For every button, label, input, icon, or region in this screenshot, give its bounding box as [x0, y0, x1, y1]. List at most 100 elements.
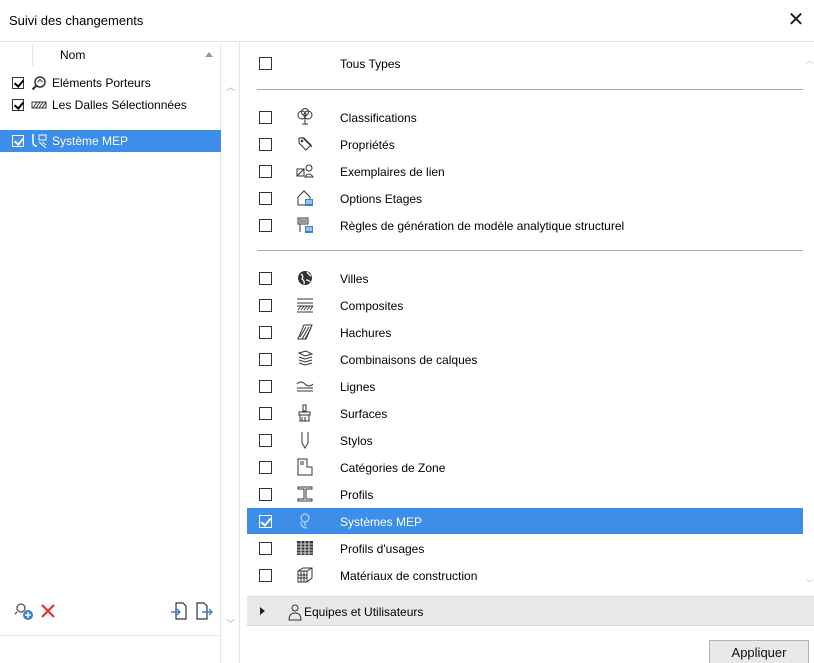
checkbox[interactable]: [259, 138, 272, 151]
delete-icon[interactable]: [38, 601, 58, 621]
checkbox[interactable]: [259, 353, 272, 366]
list-item-les-dalles[interactable]: Les Dalles Sélectionnées: [0, 94, 221, 116]
row-profils-usages[interactable]: Profils d'usages: [247, 535, 803, 561]
checkbox[interactable]: [12, 135, 24, 147]
row-lignes[interactable]: Lignes: [247, 373, 803, 399]
magnifier-icon: [31, 76, 46, 91]
checkbox[interactable]: [259, 542, 272, 555]
row-tous-types[interactable]: Tous Types: [247, 50, 803, 76]
checkbox[interactable]: [259, 299, 272, 312]
users-icon: [288, 604, 302, 621]
sort-ascending-icon: [205, 52, 213, 57]
row-stylos[interactable]: Stylos: [247, 427, 803, 453]
row-categories-de-zone[interactable]: Catégories de Zone: [247, 454, 803, 480]
building-material-icon: [297, 567, 313, 583]
row-label: Profils: [340, 488, 374, 502]
row-exemplaires-de-lien[interactable]: Exemplaires de lien: [247, 158, 803, 184]
scroll-up-arrow[interactable]: ︿: [226, 80, 235, 93]
type-list: Tous Types Classifications Propriétés Ex…: [247, 44, 814, 592]
row-label: Combinaisons de calques: [340, 353, 478, 367]
link-instance-icon: [296, 164, 314, 178]
row-label: Stylos: [340, 434, 373, 448]
checkbox[interactable]: [259, 57, 272, 70]
separator: [257, 250, 803, 251]
checkbox[interactable]: [259, 569, 272, 582]
row-systemes-mep[interactable]: Systèmes MEP: [247, 508, 803, 534]
checkbox[interactable]: [259, 326, 272, 339]
column-header-label: Nom: [60, 48, 86, 62]
checkbox[interactable]: [259, 165, 272, 178]
pen-icon: [301, 432, 309, 449]
scroll-down-arrow[interactable]: ﹀: [226, 617, 235, 630]
row-label: Tous Types: [340, 57, 401, 71]
lines-icon: [296, 381, 314, 392]
checkbox[interactable]: [259, 272, 272, 285]
checkbox[interactable]: [259, 407, 272, 420]
row-classifications[interactable]: Classifications: [247, 104, 803, 130]
composite-icon: [297, 298, 314, 313]
column-header-name[interactable]: Nom: [32, 44, 221, 66]
globe-icon: [298, 271, 312, 285]
list-item-elements-porteurs[interactable]: Eléments Porteurs: [0, 72, 221, 94]
close-icon[interactable]: ✕: [784, 8, 808, 32]
apply-button[interactable]: Appliquer: [709, 640, 809, 663]
layers-icon: [297, 350, 314, 366]
add-set-icon[interactable]: [14, 601, 34, 621]
export-icon[interactable]: [194, 601, 214, 621]
checkbox[interactable]: [259, 111, 272, 124]
checkbox[interactable]: [259, 192, 272, 205]
separator: [257, 89, 803, 90]
usage-profile-icon: [297, 541, 313, 555]
brush-icon: [298, 404, 311, 422]
list-item-label: Eléments Porteurs: [52, 76, 151, 90]
row-label: Lignes: [340, 380, 376, 394]
story-options-icon: [297, 190, 313, 206]
row-hachures[interactable]: Hachures: [247, 319, 803, 345]
list-item-label: Système MEP: [52, 134, 129, 148]
hatch-icon: [31, 101, 47, 109]
checkbox[interactable]: [259, 219, 272, 232]
row-label: Systèmes MEP: [340, 515, 423, 529]
list-item-systeme-mep[interactable]: Système MEP: [0, 130, 221, 152]
row-profils[interactable]: Profils: [247, 481, 803, 507]
row-label: Surfaces: [340, 407, 388, 421]
checkbox[interactable]: [259, 434, 272, 447]
row-label: Exemplaires de lien: [340, 165, 445, 179]
structural-rules-icon: [297, 217, 313, 233]
checkbox[interactable]: [259, 461, 272, 474]
mep-icon: [300, 513, 310, 529]
group-equipes-utilisateurs[interactable]: Equipes et Utilisateurs: [247, 596, 814, 626]
checkbox[interactable]: [259, 380, 272, 393]
checkbox[interactable]: [12, 77, 24, 89]
hatch-pattern-icon: [297, 324, 313, 340]
window-title: Suivi des changements: [9, 13, 144, 28]
tree-icon: [297, 108, 313, 125]
checkbox[interactable]: [259, 515, 272, 528]
expand-arrow-icon[interactable]: [260, 607, 265, 615]
left-toolbar: [0, 635, 221, 663]
row-proprietes[interactable]: Propriétés: [247, 131, 803, 157]
checkbox[interactable]: [259, 488, 272, 501]
import-icon[interactable]: [170, 601, 190, 621]
row-surfaces[interactable]: Surfaces: [247, 400, 803, 426]
zone-category-icon: [297, 458, 313, 476]
change-set-list: Nom Eléments Porteurs Les Dalles Sélecti…: [0, 44, 221, 663]
row-villes[interactable]: Villes: [247, 265, 803, 291]
list-item-label: Les Dalles Sélectionnées: [52, 98, 187, 112]
row-options-etages[interactable]: Options Etages: [247, 185, 803, 211]
row-composites[interactable]: Composites: [247, 292, 803, 318]
tag-icon: [298, 136, 313, 151]
checkbox[interactable]: [12, 99, 24, 111]
row-label: Classifications: [340, 111, 417, 125]
row-regles-generation[interactable]: Règles de génération de modèle analytiqu…: [247, 212, 803, 238]
row-materiaux-de-construction[interactable]: Matériaux de construction: [247, 562, 803, 588]
title-bar: Suivi des changements ✕: [0, 0, 814, 42]
scroll-up-arrow[interactable]: ︿: [806, 55, 814, 66]
mep-system-icon: [32, 134, 47, 149]
row-label: Villes: [340, 272, 369, 286]
row-combinaisons-de-calques[interactable]: Combinaisons de calques: [247, 346, 803, 372]
row-label: Catégories de Zone: [340, 461, 446, 475]
row-label: Composites: [340, 299, 404, 313]
panel-divider[interactable]: [239, 42, 240, 663]
scroll-down-arrow[interactable]: ﹀: [806, 578, 814, 589]
